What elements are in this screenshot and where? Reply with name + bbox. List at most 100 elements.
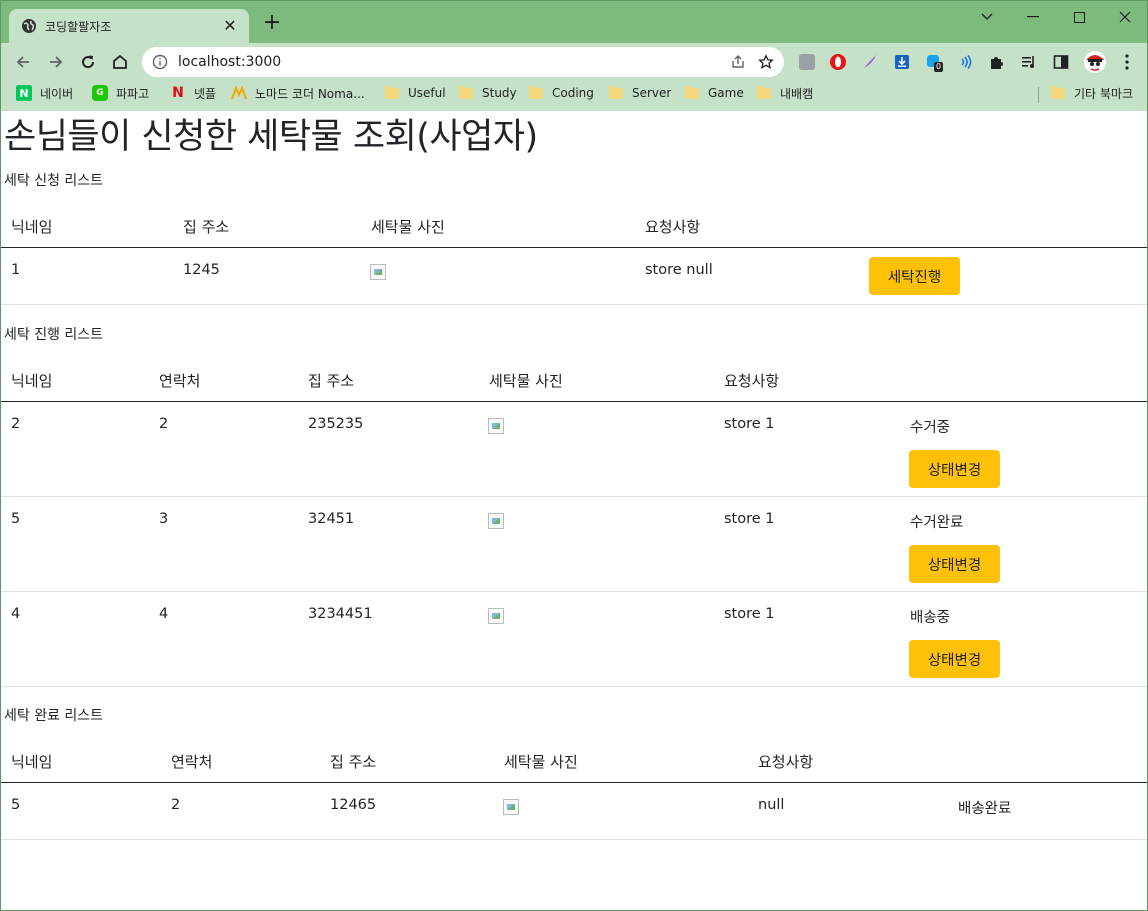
wireless-icon[interactable] xyxy=(955,51,977,73)
bookmark-nomad[interactable]: 노마드 코더 Noma... xyxy=(231,83,365,103)
phone-cell: 2 xyxy=(171,797,181,813)
request-cell: null xyxy=(758,797,785,813)
extensions-puzzle-icon[interactable] xyxy=(986,51,1008,73)
window-close-icon[interactable] xyxy=(1102,5,1148,29)
completed-section-title: 세탁 완료 리스트 xyxy=(4,708,104,724)
naver-icon: N xyxy=(16,85,32,101)
column-header: 닉네임 xyxy=(11,372,53,390)
bookmark-folder-study[interactable]: Study xyxy=(459,83,517,103)
status-text: 수거중 xyxy=(910,420,951,436)
bookmark-naver[interactable]: N 네이버 xyxy=(16,83,73,103)
media-control-icon[interactable] xyxy=(1018,51,1040,73)
folder-icon xyxy=(529,85,543,99)
opera-icon[interactable] xyxy=(827,51,849,73)
folder-icon xyxy=(685,85,699,99)
column-header: 집 주소 xyxy=(330,753,377,771)
change-status-button[interactable]: 상태변경 xyxy=(909,450,1000,488)
extension-badge: 0 xyxy=(934,62,944,72)
address-bar[interactable]: localhost:3000 xyxy=(142,47,784,77)
clipboard-extension-icon[interactable]: 0 xyxy=(923,51,945,73)
column-header: 세탁물 사진 xyxy=(371,218,445,236)
column-header: 세탁물 사진 xyxy=(504,753,578,771)
page-title: 손님들이 신청한 세탁물 조회(사업자) xyxy=(4,117,538,157)
bookmark-folder-naebaecamp[interactable]: 내배캠 xyxy=(757,83,813,103)
browser-tab[interactable]: 코딩할팔자조 ✕ xyxy=(9,9,249,43)
minimize-icon[interactable] xyxy=(1010,5,1056,29)
nickname-cell: 1 xyxy=(11,262,21,278)
requests-table: 닉네임 집 주소 세탁물 사진 요청사항 1 1245 store null 세… xyxy=(1,208,1147,305)
phone-cell: 2 xyxy=(159,416,169,432)
tab-search-icon[interactable] xyxy=(964,5,1010,29)
status-text: 배송완료 xyxy=(958,801,1012,817)
browser-toolbar: localhost:3000 0 xyxy=(1,43,1147,81)
browser-chrome: 코딩할팔자조 ✕ + localhost:3000 0 N 네이버 G 파파고 … xyxy=(0,0,1148,111)
table-row: 4 4 3234451 store 1 배송중 상태변경 xyxy=(1,592,1147,687)
maximize-icon[interactable] xyxy=(1056,5,1102,29)
column-header: 요청사항 xyxy=(758,753,814,771)
share-icon[interactable] xyxy=(724,48,752,76)
address-cell: 1245 xyxy=(183,262,220,278)
laundry-photo-broken-image xyxy=(370,264,386,284)
bookmark-folder-useful[interactable]: Useful xyxy=(385,83,446,103)
url-text: localhost:3000 xyxy=(178,54,282,70)
column-header: 닉네임 xyxy=(11,753,53,771)
bookmark-papago[interactable]: G 파파고 xyxy=(92,83,149,103)
change-status-button[interactable]: 상태변경 xyxy=(909,545,1000,583)
bookmark-folder-game[interactable]: Game xyxy=(685,83,744,103)
new-tab-icon[interactable]: + xyxy=(261,12,283,35)
forward-icon[interactable] xyxy=(43,49,69,75)
bookmark-folder-other[interactable]: 기타 북마크 xyxy=(1051,83,1133,103)
status-text: 수거완료 xyxy=(910,515,964,531)
reload-icon[interactable] xyxy=(75,49,101,75)
folder-icon xyxy=(459,85,473,99)
laundry-photo-broken-image xyxy=(503,799,519,819)
back-icon[interactable] xyxy=(10,49,36,75)
status-text: 배송중 xyxy=(910,610,951,626)
close-tab-icon[interactable]: ✕ xyxy=(221,17,239,35)
bookmarks-bar: N 네이버 G 파파고 N 넷플 노마드 코더 Noma... Useful S… xyxy=(1,81,1147,105)
request-cell: store null xyxy=(645,262,713,278)
nickname-cell: 4 xyxy=(11,606,21,622)
column-header: 요청사항 xyxy=(645,218,701,236)
column-header: 집 주소 xyxy=(183,218,230,236)
tab-strip: 코딩할팔자조 ✕ + xyxy=(1,1,1147,43)
request-cell: store 1 xyxy=(724,606,775,622)
column-header: 세탁물 사진 xyxy=(489,372,563,390)
bookmark-netflix[interactable]: N 넷플 xyxy=(170,83,216,103)
laundry-photo-broken-image xyxy=(488,608,504,628)
nickname-cell: 2 xyxy=(11,416,21,432)
completed-table: 닉네임 연락처 집 주소 세탁물 사진 요청사항 5 2 12465 null … xyxy=(1,743,1147,840)
papago-icon: G xyxy=(92,85,108,101)
tab-title: 코딩할팔자조 xyxy=(45,19,112,34)
in-progress-table: 닉네임 연락처 집 주소 세탁물 사진 요청사항 2 2 235235 stor… xyxy=(1,362,1147,687)
site-info-icon[interactable] xyxy=(152,54,168,70)
menu-kebab-icon[interactable] xyxy=(1116,51,1138,73)
bookmark-folder-coding[interactable]: Coding xyxy=(529,83,594,103)
bookmarks-separator xyxy=(1038,87,1039,103)
address-cell: 32451 xyxy=(308,511,355,527)
page-content: 손님들이 신청한 세탁물 조회(사업자) 세탁 신청 리스트 닉네임 집 주소 … xyxy=(0,111,1148,911)
folder-icon xyxy=(385,85,399,99)
netflix-icon: N xyxy=(172,85,184,101)
table-header: 닉네임 연락처 집 주소 세탁물 사진 요청사항 xyxy=(1,362,1147,402)
request-cell: store 1 xyxy=(724,511,775,527)
feather-icon[interactable] xyxy=(859,51,881,73)
home-icon[interactable] xyxy=(107,49,133,75)
bookmark-folder-server[interactable]: Server xyxy=(609,83,671,103)
in-progress-section-title: 세탁 진행 리스트 xyxy=(4,327,104,343)
column-header: 닉네임 xyxy=(11,218,53,236)
bookmark-star-icon[interactable] xyxy=(752,48,780,76)
table-header: 닉네임 집 주소 세탁물 사진 요청사항 xyxy=(1,208,1147,248)
start-laundry-button[interactable]: 세탁진행 xyxy=(869,257,960,295)
side-panel-icon[interactable] xyxy=(1050,51,1072,73)
download-icon[interactable] xyxy=(891,51,913,73)
phone-cell: 4 xyxy=(159,606,169,622)
laundry-photo-broken-image xyxy=(488,513,504,533)
profile-avatar-icon[interactable] xyxy=(1082,49,1108,75)
globe-icon xyxy=(22,19,36,33)
nomad-icon xyxy=(231,85,247,101)
extension-icon[interactable] xyxy=(796,51,818,73)
table-header: 닉네임 연락처 집 주소 세탁물 사진 요청사항 xyxy=(1,743,1147,783)
phone-cell: 3 xyxy=(159,511,169,527)
change-status-button[interactable]: 상태변경 xyxy=(909,640,1000,678)
